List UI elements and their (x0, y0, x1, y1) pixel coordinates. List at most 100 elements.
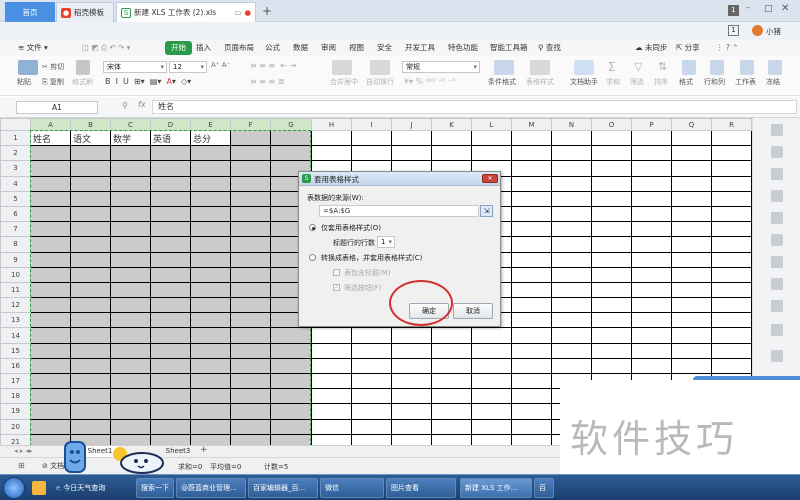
cell[interactable] (511, 145, 552, 162)
more-menu-icons[interactable]: ⋮ ? ⌃ (716, 40, 739, 56)
cell[interactable] (631, 236, 672, 253)
cell[interactable] (351, 357, 392, 375)
cell[interactable] (230, 160, 271, 177)
macro-icon[interactable]: ⊞ (18, 461, 25, 470)
row-header[interactable]: 9 (0, 252, 31, 268)
cell[interactable] (671, 266, 712, 283)
formula-input[interactable]: 姓名 (152, 100, 797, 114)
sidebar-tool-icon-3[interactable] (771, 168, 783, 180)
menu-page-layout[interactable]: 页面布局 (224, 40, 254, 56)
sidebar-tool-icon-5[interactable] (771, 212, 783, 224)
cell[interactable] (190, 281, 231, 299)
cell[interactable] (591, 190, 632, 207)
col-header-g[interactable]: G (270, 118, 312, 131)
doc-helper-button[interactable]: 文档助手 (570, 77, 598, 87)
cell[interactable] (150, 418, 191, 435)
cell[interactable]: 姓名 (30, 129, 71, 147)
cell[interactable] (190, 342, 231, 359)
cell[interactable]: 英语 (150, 129, 191, 147)
cell[interactable] (711, 221, 752, 238)
cell[interactable] (631, 266, 672, 283)
cell[interactable] (150, 145, 191, 162)
merge-icon[interactable] (332, 60, 352, 75)
cell[interactable] (230, 175, 271, 192)
cell[interactable] (190, 160, 231, 177)
cell[interactable] (351, 388, 392, 405)
cell[interactable] (431, 327, 472, 344)
cell[interactable] (551, 251, 592, 268)
cell[interactable] (230, 357, 271, 375)
cell[interactable] (110, 297, 151, 314)
cell[interactable] (30, 190, 71, 207)
cell[interactable] (511, 190, 552, 207)
format-icon[interactable] (682, 60, 696, 75)
cell[interactable] (70, 312, 111, 329)
cell[interactable] (591, 160, 632, 177)
cell[interactable] (471, 388, 512, 405)
cell[interactable] (311, 357, 352, 375)
task-more[interactable]: 百 (534, 478, 554, 498)
font-name-select[interactable]: 宋体 (103, 61, 167, 73)
cell[interactable] (631, 190, 672, 207)
cell[interactable] (30, 388, 71, 405)
cell[interactable] (150, 312, 191, 329)
cell[interactable] (30, 266, 71, 283)
cell[interactable] (511, 342, 552, 359)
cell[interactable] (511, 433, 552, 445)
cell[interactable] (591, 205, 632, 223)
cell[interactable] (431, 129, 472, 147)
cell[interactable] (431, 372, 472, 390)
cell[interactable] (270, 129, 312, 147)
filter-icon[interactable]: ▽ (634, 60, 642, 73)
cell[interactable] (311, 418, 352, 435)
row-header[interactable]: 7 (0, 221, 31, 238)
cell[interactable] (711, 266, 752, 283)
cell[interactable] (711, 236, 752, 253)
cell[interactable] (351, 327, 392, 344)
cell[interactable] (591, 312, 632, 329)
cell[interactable] (511, 175, 552, 192)
cell[interactable] (391, 342, 432, 359)
align-icons-bottom[interactable]: ≡ ≡ ≡ ≣ (250, 77, 284, 86)
cell[interactable] (671, 312, 712, 329)
cell[interactable] (431, 418, 472, 435)
cell[interactable] (270, 418, 312, 435)
task-wechat[interactable]: 微信 (320, 478, 384, 498)
cell[interactable] (230, 281, 271, 299)
cell[interactable] (190, 433, 231, 445)
menu-review[interactable]: 审阅 (321, 40, 336, 56)
font-size-buttons[interactable]: A⁺ A⁻ (211, 61, 230, 69)
paste-button[interactable]: 粘贴 (17, 77, 31, 87)
col-header-q[interactable]: Q (671, 118, 712, 131)
sidebar-tool-icon-8[interactable] (771, 278, 783, 290)
cell[interactable] (270, 372, 312, 390)
number-format-icons[interactable]: ¥▾ % ⁰⁰⁰ ⁺⁰ ⁻⁰ (404, 77, 455, 86)
option-style-only-label[interactable]: 仅套用表格样式(O) (321, 223, 381, 233)
cell[interactable] (591, 175, 632, 192)
cell[interactable] (110, 251, 151, 268)
cell[interactable] (551, 190, 592, 207)
cell[interactable] (190, 403, 231, 420)
window-count-badge[interactable]: 1 (728, 5, 739, 16)
cell[interactable] (671, 190, 712, 207)
cell[interactable] (391, 418, 432, 435)
col-header-r[interactable]: R (711, 118, 752, 131)
tab-home[interactable]: 首页 (5, 2, 55, 22)
menu-file[interactable]: ≡ 文件 ▾ (18, 40, 48, 56)
new-tab-button[interactable]: + (262, 4, 272, 18)
cell[interactable]: 数学 (110, 129, 151, 147)
bold-italic-underline-icons[interactable]: B I U ⊞▾ ▤▾ A▾ ◇▾ (105, 77, 191, 86)
cell[interactable] (190, 236, 231, 253)
cell[interactable] (551, 327, 592, 344)
cell[interactable] (70, 145, 111, 162)
cell[interactable] (511, 221, 552, 238)
fx-icon[interactable]: fx (138, 100, 146, 109)
cell[interactable] (70, 388, 111, 405)
dialog-close-icon[interactable]: ✕ (482, 174, 498, 183)
cell[interactable] (150, 205, 191, 223)
row-header[interactable]: 5 (0, 191, 31, 207)
cell[interactable] (511, 418, 552, 435)
row-header[interactable]: 14 (0, 327, 31, 344)
task-wps-xls[interactable]: 新建 XLS 工作... (460, 478, 532, 498)
cell[interactable] (150, 236, 191, 253)
